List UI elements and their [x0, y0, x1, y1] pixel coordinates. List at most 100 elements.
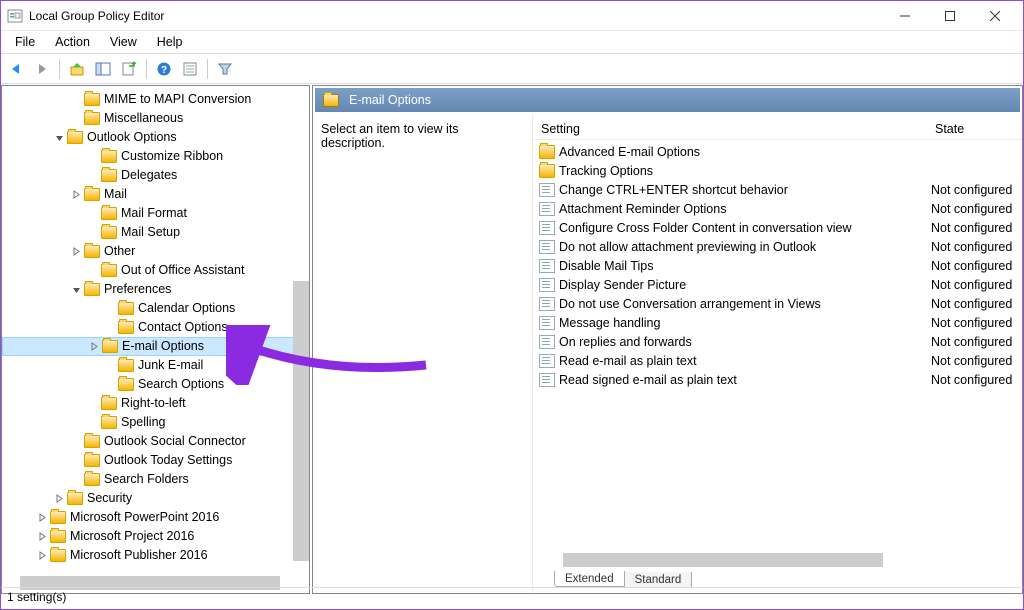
tree-node-label: Search Folders — [104, 470, 189, 489]
tree-node[interactable]: Delegates — [2, 166, 309, 185]
tree-node-label: Out of Office Assistant — [121, 261, 244, 280]
up-icon[interactable] — [65, 57, 89, 81]
tree-node-label: Outlook Options — [87, 128, 177, 147]
column-headers: Setting State — [533, 114, 1022, 140]
tree-node[interactable]: MIME to MAPI Conversion — [2, 90, 309, 109]
menu-action[interactable]: Action — [45, 32, 100, 52]
settings-item-row[interactable]: Message handlingNot configured — [533, 313, 1022, 332]
tree-node-label: E-mail Options — [122, 337, 204, 356]
settings-item-row[interactable]: Attachment Reminder OptionsNot configure… — [533, 199, 1022, 218]
folder-icon — [101, 169, 117, 182]
tree-node[interactable]: Contact Options — [2, 318, 309, 337]
folder-icon — [101, 207, 117, 220]
settings-item-row[interactable]: Change CTRL+ENTER shortcut behaviorNot c… — [533, 180, 1022, 199]
setting-state: Not configured — [919, 183, 1022, 197]
expand-icon[interactable] — [70, 189, 82, 201]
tree-node[interactable]: Outlook Social Connector — [2, 432, 309, 451]
folder-icon — [101, 226, 117, 239]
menu-bar: File Action View Help — [1, 31, 1023, 54]
folder-icon — [323, 94, 339, 107]
minimize-button[interactable] — [882, 1, 927, 31]
maximize-button[interactable] — [927, 1, 972, 31]
collapse-icon[interactable] — [70, 284, 82, 296]
settings-item-row[interactable]: Read e-mail as plain textNot configured — [533, 351, 1022, 370]
tree-node[interactable]: Mail Setup — [2, 223, 309, 242]
tree-node[interactable]: Search Options — [2, 375, 309, 394]
folder-icon — [67, 131, 83, 144]
setting-name: Advanced E-mail Options — [559, 145, 919, 159]
tree-node[interactable]: Microsoft Project 2016 — [2, 527, 309, 546]
details-pane: E-mail Options Select an item to view it… — [312, 85, 1023, 594]
tree-node[interactable]: Preferences — [2, 280, 309, 299]
settings-folder-row[interactable]: Tracking Options — [533, 161, 1022, 180]
close-button[interactable] — [972, 1, 1017, 31]
tree-node[interactable]: Miscellaneous — [2, 109, 309, 128]
description-hint: Select an item to view its description. — [321, 122, 459, 150]
column-header-state[interactable]: State — [905, 122, 1022, 136]
expand-icon[interactable] — [53, 493, 65, 505]
settings-item-row[interactable]: Configure Cross Folder Content in conver… — [533, 218, 1022, 237]
menu-help[interactable]: Help — [147, 32, 193, 52]
setting-name: Display Sender Picture — [559, 278, 919, 292]
forward-icon[interactable] — [30, 57, 54, 81]
settings-item-row[interactable]: Disable Mail TipsNot configured — [533, 256, 1022, 275]
expand-icon[interactable] — [36, 531, 48, 543]
show-hide-tree-icon[interactable] — [91, 57, 115, 81]
policy-setting-icon — [539, 316, 555, 330]
tree-node[interactable]: Mail — [2, 185, 309, 204]
tree-node[interactable]: Search Folders — [2, 470, 309, 489]
expand-icon[interactable] — [36, 512, 48, 524]
tree-node[interactable]: Outlook Options — [2, 128, 309, 147]
policy-tree[interactable]: MIME to MAPI ConversionMiscellaneousOutl… — [2, 86, 309, 571]
expand-icon[interactable] — [36, 550, 48, 562]
settings-folder-row[interactable]: Advanced E-mail Options — [533, 142, 1022, 161]
settings-item-row[interactable]: Display Sender PictureNot configured — [533, 275, 1022, 294]
policy-setting-icon — [539, 259, 555, 273]
tab-extended[interactable]: Extended — [554, 571, 625, 587]
tree-node[interactable]: Microsoft PowerPoint 2016 — [2, 508, 309, 527]
setting-name: Change CTRL+ENTER shortcut behavior — [559, 183, 919, 197]
tree-node-label: Mail — [104, 185, 127, 204]
tree-node[interactable]: Customize Ribbon — [2, 147, 309, 166]
tree-node[interactable]: E-mail Options — [2, 337, 309, 356]
setting-name: On replies and forwards — [559, 335, 919, 349]
menu-view[interactable]: View — [100, 32, 147, 52]
tree-node[interactable]: Spelling — [2, 413, 309, 432]
settings-item-row[interactable]: Do not use Conversation arrangement in V… — [533, 294, 1022, 313]
details-horizontal-scrollbar[interactable] — [563, 553, 883, 567]
tree-node[interactable]: Microsoft Publisher 2016 — [2, 546, 309, 565]
tree-node[interactable]: Right-to-left — [2, 394, 309, 413]
setting-name: Attachment Reminder Options — [559, 202, 919, 216]
export-list-icon[interactable] — [117, 57, 141, 81]
menu-file[interactable]: File — [5, 32, 45, 52]
help-icon[interactable]: ? — [152, 57, 176, 81]
status-bar: 1 setting(s) — [1, 587, 1023, 609]
policy-setting-icon — [539, 240, 555, 254]
tree-node[interactable]: Calendar Options — [2, 299, 309, 318]
settings-item-row[interactable]: Read signed e-mail as plain textNot conf… — [533, 370, 1022, 389]
tree-vertical-scrollbar[interactable] — [293, 281, 309, 561]
svg-text:?: ? — [161, 65, 167, 76]
tree-node[interactable]: Other — [2, 242, 309, 261]
tree-node[interactable]: Outlook Today Settings — [2, 451, 309, 470]
tree-pane: MIME to MAPI ConversionMiscellaneousOutl… — [1, 85, 310, 594]
expand-icon[interactable] — [70, 246, 82, 258]
tree-node[interactable]: Out of Office Assistant — [2, 261, 309, 280]
policy-setting-icon — [539, 221, 555, 235]
column-header-setting[interactable]: Setting — [533, 122, 905, 136]
settings-item-row[interactable]: On replies and forwardsNot configured — [533, 332, 1022, 351]
folder-icon — [101, 150, 117, 163]
setting-state: Not configured — [919, 354, 1022, 368]
expand-icon[interactable] — [88, 341, 100, 353]
back-icon[interactable] — [4, 57, 28, 81]
collapse-icon[interactable] — [53, 132, 65, 144]
settings-item-row[interactable]: Do not allow attachment previewing in Ou… — [533, 237, 1022, 256]
tree-node[interactable]: Mail Format — [2, 204, 309, 223]
properties-icon[interactable] — [178, 57, 202, 81]
filter-icon[interactable] — [213, 57, 237, 81]
tree-node[interactable]: Junk E-mail — [2, 356, 309, 375]
tab-standard[interactable]: Standard — [624, 572, 693, 588]
tree-node[interactable]: Security — [2, 489, 309, 508]
policy-setting-icon — [539, 278, 555, 292]
folder-icon — [84, 93, 100, 106]
